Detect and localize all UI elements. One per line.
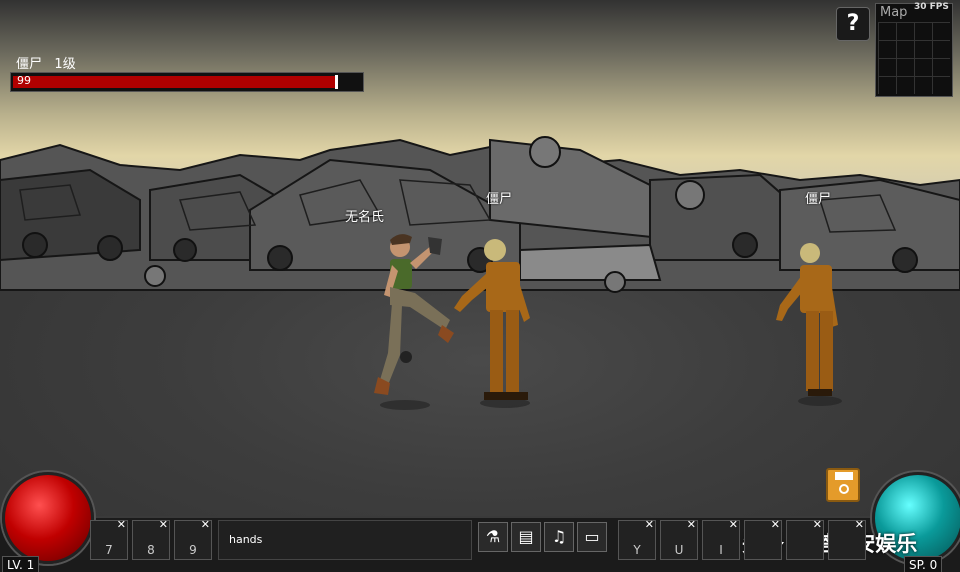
enemy2-name-label: 僵尸 bbox=[805, 192, 832, 207]
close-icon[interactable]: ✕ bbox=[687, 518, 696, 531]
enemy1-name-label: 僵尸 bbox=[486, 192, 513, 207]
hotbar-left-slot[interactable]: ✕ 8 bbox=[132, 518, 170, 560]
health-orb bbox=[2, 472, 94, 564]
hotbar-right-slot[interactable]: ✕ bbox=[828, 518, 866, 560]
monitor-icon[interactable]: ▭ bbox=[577, 522, 607, 552]
target-health-fill bbox=[13, 76, 335, 88]
hotbar-right-slot[interactable]: ✕ bbox=[744, 518, 782, 560]
player-level: LV. 1 bbox=[2, 556, 40, 572]
music-icon[interactable]: ♫ bbox=[544, 522, 574, 552]
floppy-label bbox=[835, 472, 853, 480]
help-button[interactable]: ? bbox=[836, 7, 870, 41]
target-health-bar: 99 bbox=[10, 72, 364, 92]
target-health-value: 99 bbox=[17, 74, 31, 87]
floppy-disk-icon bbox=[839, 484, 849, 494]
save-button[interactable] bbox=[826, 468, 860, 502]
hotbar-right-slot[interactable]: ✕ I bbox=[702, 518, 740, 560]
slot-key-label: U bbox=[674, 543, 684, 557]
hotbar-left-slot[interactable]: ✕ 7 bbox=[90, 518, 128, 560]
close-icon[interactable]: ✕ bbox=[729, 518, 738, 531]
close-icon[interactable]: ✕ bbox=[813, 518, 822, 531]
close-icon[interactable]: ✕ bbox=[117, 518, 126, 531]
close-icon[interactable]: ✕ bbox=[201, 518, 210, 531]
skill-points: SP. 0 bbox=[904, 556, 943, 572]
slot-key-label: 7 bbox=[105, 543, 113, 557]
hotbar-right-slot[interactable]: ✕ Y bbox=[618, 518, 656, 560]
slot-key-label: 8 bbox=[147, 543, 155, 557]
close-icon[interactable]: ✕ bbox=[855, 518, 864, 531]
slot-key-label: 9 bbox=[189, 543, 197, 557]
zombie-enemy-2 bbox=[776, 243, 842, 406]
close-icon[interactable]: ✕ bbox=[645, 518, 654, 531]
weapon-name: hands bbox=[229, 533, 263, 546]
close-icon[interactable]: ✕ bbox=[159, 518, 168, 531]
hotbar-right-slot[interactable]: ✕ bbox=[786, 518, 824, 560]
fps-counter: 30 FPS bbox=[914, 2, 949, 12]
target-health-marker bbox=[335, 75, 338, 89]
zombie-enemy-1 bbox=[454, 239, 530, 408]
target-level-text: 1级 bbox=[54, 57, 76, 72]
slot-key-label: I bbox=[719, 543, 723, 557]
hotbar-left-slot[interactable]: ✕ 9 bbox=[174, 518, 212, 560]
close-icon[interactable]: ✕ bbox=[771, 518, 780, 531]
document-icon[interactable]: ▤ bbox=[511, 522, 541, 552]
target-name-text: 僵尸 bbox=[16, 57, 43, 72]
minimap-label: Map bbox=[880, 5, 908, 20]
weapon-panel[interactable]: hands bbox=[218, 520, 472, 560]
minimap[interactable]: Map bbox=[875, 3, 953, 97]
player-name-label: 无名氏 bbox=[345, 210, 385, 225]
slot-key-label: Y bbox=[633, 543, 641, 557]
hotbar-right-slot[interactable]: ✕ U bbox=[660, 518, 698, 560]
target-name: 僵尸 1级 bbox=[16, 53, 76, 72]
minimap-grid bbox=[878, 22, 950, 94]
game-stage: 僵尸 1级 99 ? Map 30 FPS 无名氏 僵尸 僵尸 hands LV… bbox=[0, 0, 960, 572]
potion-icon[interactable]: ⚗ bbox=[478, 522, 508, 552]
